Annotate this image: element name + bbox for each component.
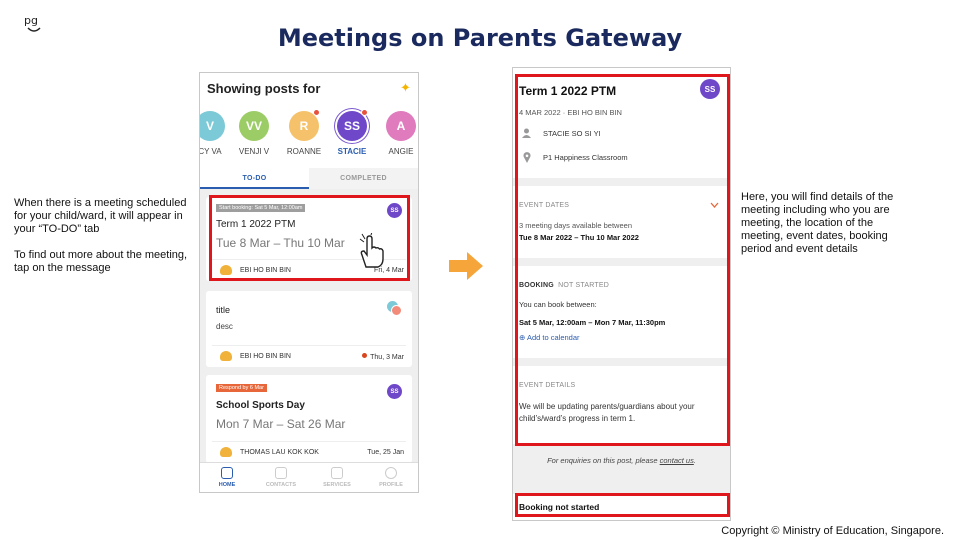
post-description: desc bbox=[216, 322, 233, 331]
sender-avatar-icon bbox=[220, 351, 232, 361]
child-avatar-venji[interactable]: VV VENJI V bbox=[234, 111, 274, 156]
child-avatar-cyva[interactable]: V CY VA bbox=[199, 111, 230, 156]
left-note-2: To find out more about the meeting, tap … bbox=[14, 249, 188, 274]
phone-screen-todo-list: Showing posts for ✦ V CY VA VV VENJI V R… bbox=[199, 72, 419, 493]
unread-dot bbox=[362, 353, 368, 358]
post-footer: EBI HO BIN BIN Thu, 3 Mar bbox=[212, 345, 406, 367]
post-sender: THOMAS LAU KOK KOK bbox=[240, 449, 319, 456]
profile-icon bbox=[385, 467, 397, 479]
child-avatar-stacie[interactable]: SS STACIE bbox=[332, 109, 372, 156]
phone-screen-meeting-detail: Term 1 2022 PTM SS 4 MAR 2022 · EBI HO B… bbox=[512, 67, 731, 521]
notification-dot bbox=[361, 109, 368, 116]
enquiries-note: For enquiries on this post, please conta… bbox=[547, 456, 696, 465]
avatar: A bbox=[386, 111, 416, 141]
child-name: ROANNE bbox=[286, 147, 322, 156]
contact-us-link[interactable]: contact us bbox=[660, 456, 694, 465]
child-avatar-row: V CY VA VV VENJI V R ROANNE SS STACIE A … bbox=[199, 109, 418, 161]
avatar: R bbox=[289, 109, 320, 141]
child-name: CY VA bbox=[199, 147, 222, 156]
post-date: Thu, 3 Mar bbox=[362, 353, 404, 361]
post-footer: THOMAS LAU KOK KOK Tue, 25 Jan bbox=[212, 441, 406, 463]
nav-home[interactable]: HOME bbox=[200, 467, 254, 488]
nav-services[interactable]: SERVICES bbox=[310, 467, 364, 488]
post-card-sports-day[interactable]: Respond by 6 Mar SS School Sports Day Mo… bbox=[206, 375, 412, 463]
avatar: VV bbox=[239, 111, 269, 141]
child-name: STACIE bbox=[337, 147, 367, 156]
post-date: Tue, 25 Jan bbox=[367, 449, 404, 456]
highlight-box-todo-card bbox=[209, 195, 410, 281]
post-title: School Sports Day bbox=[216, 400, 305, 411]
multi-child-badge-icon bbox=[387, 301, 402, 316]
left-note-1: When there is a meeting scheduled for yo… bbox=[14, 197, 187, 235]
posts-header: Showing posts for ✦ V CY VA VV VENJI V R… bbox=[200, 73, 418, 168]
slide-title: Meetings on Parents Gateway bbox=[277, 24, 683, 52]
left-explanation: When there is a meeting scheduled for yo… bbox=[14, 197, 192, 288]
notification-dot bbox=[313, 109, 320, 116]
nav-profile[interactable]: PROFILE bbox=[364, 467, 418, 488]
right-explanation: Here, you will find details of the meeti… bbox=[741, 191, 894, 255]
child-name: ANGIE bbox=[388, 147, 414, 156]
sender-avatar-icon bbox=[220, 447, 232, 457]
tab-todo[interactable]: TO-DO bbox=[200, 168, 309, 189]
child-avatar-roanne[interactable]: R ROANNE bbox=[284, 109, 324, 156]
post-date-range: Mon 7 Mar – Sat 26 Mar bbox=[216, 417, 346, 431]
copyright: Copyright © Ministry of Education, Singa… bbox=[721, 525, 944, 537]
avatar: SS bbox=[337, 109, 368, 141]
bottom-navigation: HOME CONTACTS SERVICES PROFILE bbox=[200, 462, 418, 492]
header-title: Showing posts for bbox=[207, 81, 321, 96]
nav-contacts[interactable]: CONTACTS bbox=[254, 467, 308, 488]
home-icon bbox=[221, 467, 233, 479]
post-title: title bbox=[216, 305, 231, 315]
services-icon bbox=[331, 467, 343, 479]
respond-by-tag: Respond by 6 Mar bbox=[216, 384, 267, 392]
avatar: V bbox=[200, 111, 225, 141]
post-card-title[interactable]: title desc EBI HO BIN BIN Thu, 3 Mar bbox=[206, 291, 412, 367]
post-sender: EBI HO BIN BIN bbox=[240, 353, 291, 360]
sparkle-icon[interactable]: ✦ bbox=[400, 80, 411, 96]
contacts-icon bbox=[275, 467, 287, 479]
child-badge: SS bbox=[387, 384, 402, 399]
tab-completed[interactable]: COMPLETED bbox=[309, 168, 418, 189]
child-avatar-angie[interactable]: A ANGIE bbox=[381, 111, 418, 156]
right-arrow-icon bbox=[449, 252, 483, 280]
child-name: VENJI V bbox=[238, 147, 270, 156]
highlight-box-meeting-details bbox=[515, 74, 730, 446]
highlight-box-booking-status bbox=[515, 493, 730, 517]
post-tabs: TO-DO COMPLETED bbox=[200, 168, 418, 189]
